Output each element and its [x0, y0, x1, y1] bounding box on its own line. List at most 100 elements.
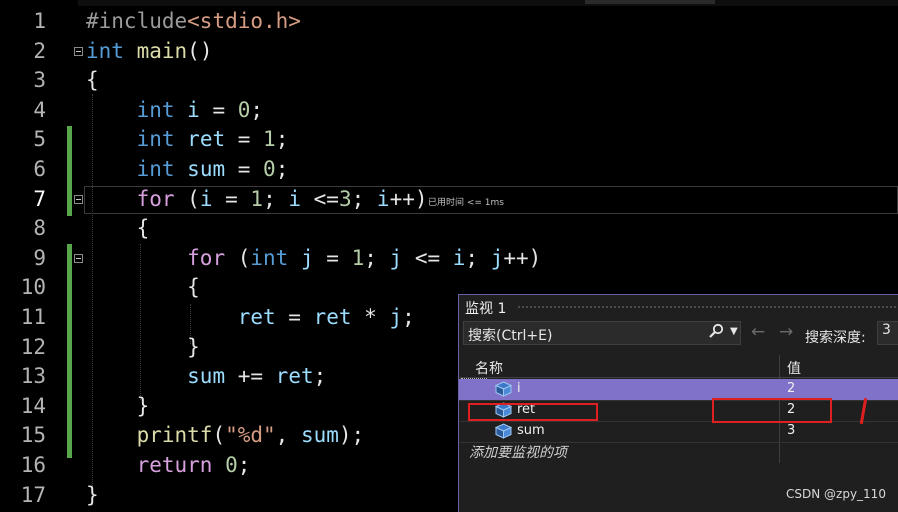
- code-text: }: [86, 333, 200, 363]
- watch-title-bar[interactable]: 监视 1: [459, 295, 898, 319]
- code-line[interactable]: 4 int i = 0;: [0, 96, 898, 126]
- variable-icon: [494, 381, 513, 397]
- code-token: ;: [313, 364, 327, 389]
- code-token: }: [86, 482, 99, 507]
- code-token: ret: [187, 127, 226, 152]
- code-token: ;: [263, 186, 289, 211]
- line-number: 6: [33, 157, 46, 181]
- code-token: ;: [237, 453, 251, 477]
- line-number: 7: [33, 186, 46, 211]
- code-token: int: [136, 97, 175, 122]
- add-watch-item[interactable]: 添加要监视的项: [469, 442, 769, 462]
- code-token: +=: [225, 364, 276, 389]
- watch-var-name[interactable]: sum: [517, 423, 545, 438]
- code-token: 0: [237, 97, 251, 122]
- watch-var-value[interactable]: 3: [787, 423, 795, 438]
- code-token: int: [86, 38, 124, 63]
- watch-var-value[interactable]: 2: [787, 381, 795, 396]
- code-token: j: [389, 245, 403, 270]
- code-token: (: [212, 423, 226, 448]
- code-token: =: [212, 186, 251, 211]
- elapsed-time-hint: 已用时间 <= 1ms: [428, 198, 504, 208]
- code-token: (): [187, 38, 213, 63]
- code-token: =: [225, 127, 264, 152]
- search-depth-label: 搜索深度:: [805, 330, 866, 346]
- watch-var-name[interactable]: i: [517, 381, 521, 396]
- code-token: =: [199, 97, 238, 122]
- code-token: (: [225, 245, 251, 270]
- code-line[interactable]: 5 int ret = 1;: [0, 125, 898, 155]
- code-token: 3: [338, 186, 352, 211]
- code-text: for (i = 1; i <=3; i++): [86, 185, 428, 215]
- code-token: i: [288, 186, 302, 211]
- code-line[interactable]: 9 for (int j = 1; j <= i; j++): [0, 244, 898, 274]
- code-token: 0: [225, 453, 238, 477]
- document-tab[interactable]: [585, 0, 715, 4]
- watch-row[interactable]: sum 3: [459, 421, 898, 443]
- search-depth-select[interactable]: 3: [877, 321, 898, 345]
- code-token: *: [351, 305, 390, 329]
- search-placeholder: 搜索(Ctrl+E): [468, 328, 553, 344]
- code-token: i: [376, 186, 390, 211]
- drag-grip[interactable]: [517, 305, 897, 310]
- line-number: 1: [33, 9, 46, 33]
- code-token: j: [490, 245, 504, 270]
- code-token: int: [136, 157, 175, 181]
- code-token: sum: [187, 364, 226, 389]
- code-token: j: [300, 245, 314, 270]
- column-name-header[interactable]: 名称: [475, 358, 503, 378]
- code-token: ,: [275, 423, 301, 448]
- code-line[interactable]: 8 {: [0, 214, 898, 244]
- code-line[interactable]: 6 int sum = 0;: [0, 155, 898, 185]
- code-token: for: [187, 245, 226, 270]
- search-icon[interactable]: [708, 323, 724, 343]
- chevron-down-icon[interactable]: ▼: [730, 326, 738, 337]
- code-token: i: [187, 97, 200, 122]
- code-token: ++): [503, 245, 542, 270]
- watch-row[interactable]: i2: [459, 379, 898, 401]
- code-token: );: [338, 423, 365, 448]
- code-token: }: [86, 334, 200, 359]
- forward-arrow-icon[interactable]: →: [779, 322, 793, 342]
- line-number: 5: [33, 127, 46, 152]
- code-token: {: [86, 68, 99, 93]
- code-line[interactable]: 3{: [0, 66, 898, 96]
- search-input[interactable]: 搜索(Ctrl+E) ▼: [463, 321, 741, 345]
- code-token: i: [452, 245, 466, 270]
- code-token: {: [86, 275, 200, 300]
- code-token: printf: [136, 423, 213, 448]
- line-number: 2: [33, 38, 46, 63]
- code-token: (: [174, 186, 200, 211]
- code-text: }: [86, 392, 150, 422]
- code-token: <=: [301, 186, 339, 211]
- code-text: }: [86, 481, 99, 511]
- code-text: for (int j = 1; j <= i; j++): [86, 244, 541, 274]
- code-token: int: [136, 127, 175, 152]
- column-value-header[interactable]: 值: [787, 358, 801, 378]
- annotation-box-ret-value: [712, 398, 832, 423]
- line-number: 10: [20, 275, 46, 300]
- code-token: int: [250, 245, 289, 270]
- code-token: i: [199, 186, 213, 211]
- code-line[interactable]: 2 int main(): [0, 37, 898, 67]
- watch-column-header: 名称 值: [459, 355, 898, 378]
- code-token: =: [313, 245, 352, 270]
- watch-toolbar: 搜索(Ctrl+E) ▼ ← → 搜索深度: 3: [459, 319, 898, 347]
- line-number: 14: [20, 393, 46, 418]
- code-text: {: [86, 273, 200, 303]
- code-token: 1: [351, 245, 365, 270]
- code-line[interactable]: 1 #include<stdio.h>: [0, 7, 898, 37]
- back-arrow-icon[interactable]: ←: [751, 322, 765, 342]
- line-number: 8: [33, 216, 46, 241]
- code-token: sum: [300, 423, 339, 448]
- code-text: printf("%d", sum);: [86, 421, 365, 451]
